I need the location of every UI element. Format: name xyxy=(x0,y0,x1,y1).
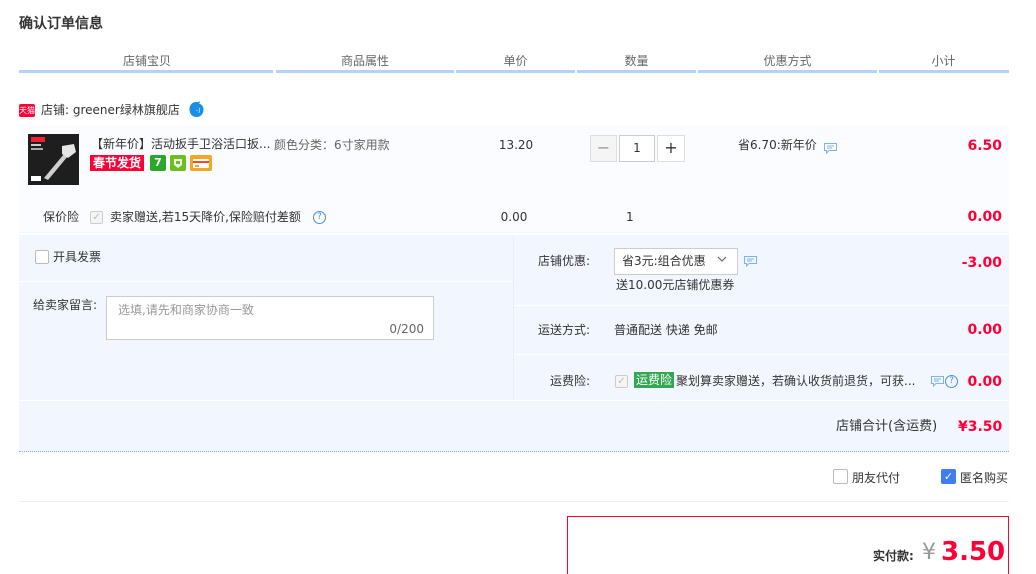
discount-info-icon[interactable] xyxy=(744,256,757,268)
divider xyxy=(19,501,1009,502)
invoice-label[interactable]: 开具发票 xyxy=(53,249,101,265)
store-total-label: 店铺合计(含运费) xyxy=(836,419,938,434)
store-discount-label: 店铺优惠: xyxy=(537,254,590,268)
shipping-label: 运送方式: xyxy=(537,323,590,337)
anonymous-label[interactable]: 匿名购买 xyxy=(960,470,1008,486)
col-underline xyxy=(698,70,877,73)
col-header-price: 单价 xyxy=(503,54,528,68)
payment-amount: 3.50 xyxy=(941,537,1006,567)
seven-day-return-icon: 7 xyxy=(150,155,166,171)
col-underline xyxy=(577,70,696,73)
tmall-logo-icon: 天猫 xyxy=(19,104,35,117)
friend-pay-checkbox[interactable] xyxy=(833,469,848,484)
message-char-count: 0/200 xyxy=(389,322,424,336)
freight-insurance-label: 运费险: xyxy=(549,374,590,388)
store-total-amount: ¥3.50 xyxy=(958,419,1003,435)
col-underline xyxy=(879,70,1009,73)
col-underline xyxy=(19,70,273,73)
row-divider xyxy=(514,354,1009,355)
item-unit-price: 13.20 xyxy=(498,138,534,152)
shipping-amount: 0.00 xyxy=(967,322,1002,338)
col-header-discount: 优惠方式 xyxy=(763,54,812,68)
price-protection-checkbox: ✓ xyxy=(90,211,103,224)
freight-insurance-checkbox: ✓ xyxy=(615,375,628,388)
quantity-input[interactable]: 1 xyxy=(619,135,655,162)
freight-insurance-amount: 0.00 xyxy=(967,374,1002,390)
wangwang-chat-icon[interactable]: -) xyxy=(188,101,205,118)
insurance-subtotal: 0.00 xyxy=(967,209,1002,225)
currency-symbol: ¥ xyxy=(922,540,936,565)
item-discount: 省6.70:新年价 xyxy=(738,138,817,152)
payment-label: 实付款: xyxy=(873,549,914,563)
col-header-store-item: 店铺宝贝 xyxy=(122,54,171,68)
friend-pay-label[interactable]: 朋友代付 xyxy=(852,470,900,486)
svg-text:-): -) xyxy=(196,108,201,115)
store-name[interactable]: 店铺: greener绿林旗舰店 xyxy=(41,102,180,118)
item-attribute: 颜色分类：6寸家用款 xyxy=(274,138,390,152)
item-subtotal: 6.50 xyxy=(967,138,1002,154)
spring-shipping-tag: 春节发货 xyxy=(90,155,145,171)
row-divider xyxy=(514,305,1009,306)
freight-insurance-tag: 运费险 xyxy=(634,372,675,388)
product-thumbnail[interactable] xyxy=(28,134,79,185)
freight-insurance-desc: 聚划算卖家赠送，若确认收货前退货，可获... xyxy=(676,374,916,388)
help-icon[interactable]: ? xyxy=(313,211,326,224)
col-header-subtotal: 小计 xyxy=(931,54,956,68)
quantity-decrease-button[interactable]: − xyxy=(590,135,617,162)
col-underline xyxy=(276,70,454,73)
quantity-increase-button[interactable]: + xyxy=(657,135,685,162)
guarantee-icon xyxy=(170,155,186,171)
store-coupon-text: 送10.00元店铺优惠券 xyxy=(616,278,735,292)
store-discount-selected: 省3元:组合优惠 xyxy=(622,254,706,268)
price-protection-label: 保价险 xyxy=(43,210,80,224)
insurance-price: 0.00 xyxy=(500,210,528,224)
chevron-down-icon xyxy=(716,253,728,270)
col-underline xyxy=(456,70,575,73)
credit-card-icon xyxy=(190,155,212,171)
store-discount-amount: -3.00 xyxy=(961,255,1002,271)
anonymous-checkbox[interactable]: ✓ xyxy=(941,469,956,484)
price-protection-desc: 卖家赠送,若15天降价,保险赔付差额 xyxy=(110,210,301,224)
message-label: 给卖家留言: xyxy=(33,298,98,312)
col-header-quantity: 数量 xyxy=(624,54,649,68)
message-placeholder: 选填,请先和商家协商一致 xyxy=(118,303,254,317)
shipping-method: 普通配送 快递 免邮 xyxy=(614,323,718,337)
discount-info-icon[interactable] xyxy=(824,143,837,155)
col-header-attribute: 商品属性 xyxy=(340,54,389,68)
invoice-checkbox[interactable] xyxy=(35,250,49,264)
item-title-link[interactable]: 【新年价】活动扳手卫浴活口扳... xyxy=(91,136,270,152)
insurance-quantity: 1 xyxy=(626,210,634,224)
page-title: 确认订单信息 xyxy=(19,16,103,32)
